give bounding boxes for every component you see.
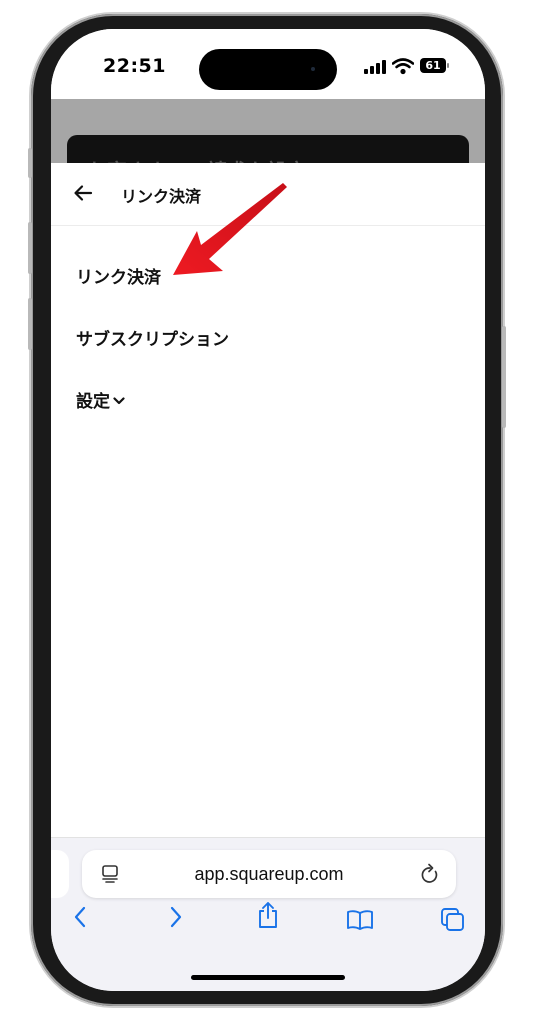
background-heading: お客さまへの請求を設定 xyxy=(87,155,307,163)
side-button-volume-down xyxy=(28,298,32,350)
menu-item-settings[interactable]: 設定 xyxy=(76,387,125,412)
status-bar: 22:51 61 xyxy=(51,29,485,99)
side-button-action xyxy=(28,148,32,178)
reload-icon[interactable] xyxy=(420,863,440,885)
home-indicator[interactable] xyxy=(191,975,345,980)
phone-screen: 22:51 61 お客さまへの請求を設定 リンク決済 リンク決済 サブスクリプ xyxy=(51,29,485,991)
signal-icon xyxy=(364,60,386,74)
status-time: 22:51 xyxy=(103,55,166,77)
wifi-icon xyxy=(392,58,414,75)
url-text: app.squareup.com xyxy=(194,864,344,884)
bookmarks-icon[interactable] xyxy=(346,909,374,931)
forward-icon[interactable] xyxy=(169,905,183,929)
settings-label: 設定 xyxy=(76,392,110,412)
share-icon[interactable] xyxy=(257,901,279,929)
background-card: お客さまへの請求を設定 xyxy=(67,135,469,163)
tabs-icon[interactable] xyxy=(440,907,466,933)
previous-tab-preview[interactable] xyxy=(51,850,69,898)
side-button-volume-up xyxy=(28,222,32,274)
chevron-down-icon xyxy=(113,394,125,408)
battery-icon: 61 xyxy=(420,58,446,73)
back-icon[interactable] xyxy=(73,905,87,929)
arrow-left-icon[interactable] xyxy=(73,183,93,208)
side-button-power xyxy=(502,326,506,428)
annotation-arrow xyxy=(173,183,287,275)
battery-tip xyxy=(447,63,449,68)
address-bar[interactable]: app.squareup.com xyxy=(82,850,456,898)
menu-item-link-payment[interactable]: リンク決済 xyxy=(76,263,161,288)
menu-item-subscription[interactable]: サブスクリプション xyxy=(76,325,229,350)
dynamic-island xyxy=(199,49,337,90)
background-page-dimmed: お客さまへの請求を設定 xyxy=(51,99,485,163)
